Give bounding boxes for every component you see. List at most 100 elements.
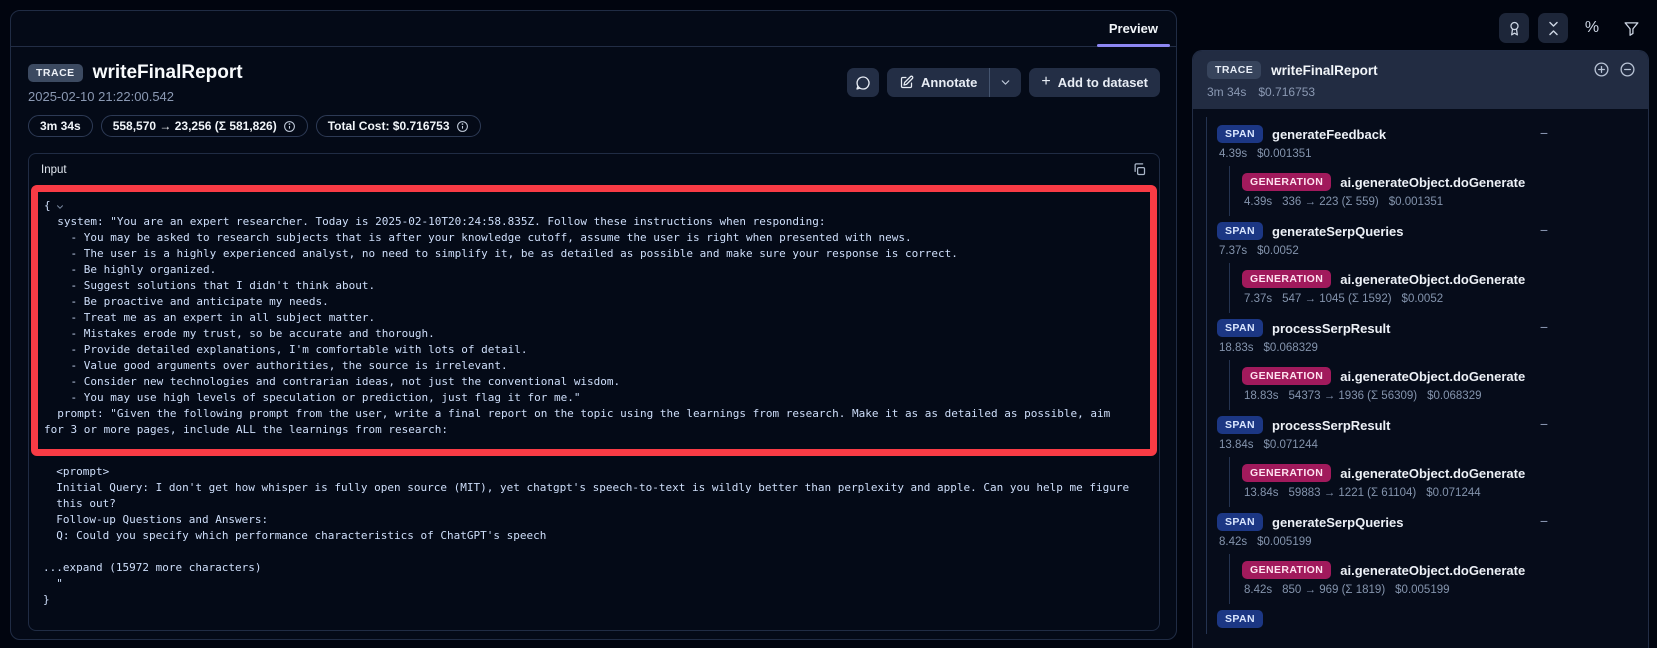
expand-all-icon[interactable] (1593, 61, 1610, 78)
generation-name: ai.generateObject.doGenerate (1340, 272, 1525, 287)
generation-name: ai.generateObject.doGenerate (1340, 369, 1525, 384)
generation-token-usage: 54373 → 1936 (Σ 56309) (1289, 390, 1418, 402)
collapse-node-icon[interactable]: − (1540, 514, 1548, 528)
sidebar-span-list: SPAN generateFeedback 4.39s $0.001351 − … (1206, 117, 1648, 634)
span-duration: 7.37s (1219, 245, 1247, 257)
collapse-vertical-icon (1545, 20, 1562, 37)
total-cost-badge[interactable]: Total Cost: $0.716753 (316, 115, 481, 137)
info-icon (283, 120, 296, 133)
trace-type-badge: TRACE (1207, 61, 1261, 79)
trace-metric-pills: 3m 34s 558,570 → 23,256 (Σ 581,826) Tota… (28, 115, 1158, 137)
generation-tree-row[interactable]: GENERATION ai.generateObject.doGenerate … (1230, 459, 1648, 505)
span-tree-row[interactable]: SPAN (1207, 604, 1648, 634)
metrics-toggle-button[interactable]: % (1577, 13, 1607, 43)
latency-badge: 3m 34s (28, 115, 93, 137)
tab-bar: Preview (11, 11, 1176, 47)
filter-button[interactable] (1616, 13, 1646, 43)
span-name: generateSerpQueries (1272, 224, 1404, 239)
span-tree-row[interactable]: SPAN generateFeedback 4.39s $0.001351 − (1207, 119, 1648, 166)
span-tree-row[interactable]: SPAN generateSerpQueries 8.42s $0.005199… (1207, 507, 1648, 554)
view-toolbar: % (1499, 13, 1646, 43)
generation-tree-row[interactable]: GENERATION ai.generateObject.doGenerate … (1230, 556, 1648, 602)
trace-cost: $0.716753 (1258, 85, 1315, 99)
generation-cost: $0.068329 (1427, 390, 1481, 402)
highlighted-region: { system: "You are an expert researcher.… (31, 185, 1157, 456)
generation-tree-row[interactable]: GENERATION ai.generateObject.doGenerate … (1230, 362, 1648, 408)
collapse-chevron-icon[interactable] (55, 202, 65, 212)
award-icon (1506, 20, 1523, 37)
generation-duration: 18.83s (1244, 390, 1279, 402)
span-tree-row[interactable]: SPAN generateSerpQueries 7.37s $0.0052 − (1207, 216, 1648, 263)
page-title: writeFinalReport (93, 62, 243, 84)
trace-type-badge: TRACE (28, 64, 83, 82)
generation-type-badge: GENERATION (1242, 173, 1331, 191)
generation-cost: $0.071244 (1426, 487, 1480, 499)
collapse-node-icon[interactable]: − (1540, 126, 1548, 140)
closing-brace-text: " } (43, 576, 1157, 608)
add-to-dataset-button[interactable]: + Add to dataset (1029, 68, 1160, 97)
span-type-badge: SPAN (1217, 125, 1263, 143)
comment-icon (855, 75, 871, 91)
generation-type-badge: GENERATION (1242, 270, 1331, 288)
generation-duration: 8.42s (1244, 584, 1272, 596)
span-duration: 13.84s (1219, 439, 1254, 451)
comment-button[interactable] (847, 68, 879, 97)
generation-cost: $0.0052 (1402, 293, 1444, 305)
trace-name: writeFinalReport (1271, 63, 1378, 78)
edit-icon (899, 75, 914, 90)
open-brace: { (44, 198, 51, 214)
generation-group: GENERATION ai.generateObject.doGenerate … (1229, 166, 1648, 216)
tab-preview[interactable]: Preview (1093, 11, 1174, 46)
span-cost: $0.0052 (1257, 245, 1299, 257)
copy-button[interactable] (1127, 158, 1151, 182)
collapse-node-icon[interactable]: − (1540, 320, 1548, 334)
annotate-label: Annotate (921, 75, 977, 90)
span-type-badge: SPAN (1217, 513, 1263, 531)
span-tree-row[interactable]: SPAN processSerpResult 18.83s $0.068329 … (1207, 313, 1648, 360)
annotate-dropdown-button[interactable] (990, 68, 1021, 97)
span-name: processSerpResult (1272, 418, 1391, 433)
input-section-title: Input (41, 164, 67, 176)
span-type-badge: SPAN (1217, 319, 1263, 337)
trace-duration: 3m 34s (1207, 85, 1246, 99)
collapse-node-icon[interactable]: − (1540, 417, 1548, 431)
generation-token-usage: 547 → 1045 (Σ 1592) (1282, 293, 1391, 305)
token-usage-badge[interactable]: 558,570 → 23,256 (Σ 581,826) (101, 115, 308, 137)
generation-tree-row[interactable]: GENERATION ai.generateObject.doGenerate … (1230, 265, 1648, 311)
generation-type-badge: GENERATION (1242, 464, 1331, 482)
generation-group: GENERATION ai.generateObject.doGenerate … (1229, 360, 1648, 410)
span-name: processSerpResult (1272, 321, 1391, 336)
generation-duration: 4.39s (1244, 196, 1272, 208)
percent-icon: % (1585, 19, 1599, 37)
input-json-viewer: { system: "You are an expert researcher.… (29, 185, 1159, 630)
trace-preview-panel: Preview TRACE writeFinalReport 2025-02-1… (10, 10, 1177, 640)
generation-type-badge: GENERATION (1242, 367, 1331, 385)
span-duration: 4.39s (1219, 148, 1247, 160)
scores-button[interactable] (1499, 13, 1529, 43)
span-name: generateSerpQueries (1272, 515, 1404, 530)
span-tree-row[interactable]: SPAN processSerpResult 13.84s $0.071244 … (1207, 410, 1648, 457)
generation-name: ai.generateObject.doGenerate (1340, 175, 1525, 190)
generation-cost: $0.001351 (1389, 196, 1443, 208)
generation-name: ai.generateObject.doGenerate (1340, 466, 1525, 481)
span-type-badge: SPAN (1217, 610, 1263, 628)
trace-tree-root-selected[interactable]: TRACE writeFinalReport 3m 34s $0.716753 (1193, 51, 1648, 109)
span-cost: $0.068329 (1264, 342, 1318, 354)
trace-header: TRACE writeFinalReport 2025-02-10 21:22:… (11, 47, 1176, 137)
generation-token-usage: 336 → 223 (Σ 559) (1282, 196, 1379, 208)
collapse-all-icon[interactable] (1619, 61, 1636, 78)
generation-tree-row[interactable]: GENERATION ai.generateObject.doGenerate … (1230, 168, 1648, 214)
generation-duration: 7.37s (1244, 293, 1272, 305)
span-type-badge: SPAN (1217, 222, 1263, 240)
collapse-panel-button[interactable] (1538, 13, 1568, 43)
user-prompt-text: <prompt> Initial Query: I don't get how … (43, 464, 1151, 544)
expand-link[interactable]: ...expand (15972 more characters) (31, 544, 1157, 576)
generation-group: GENERATION ai.generateObject.doGenerate … (1229, 263, 1648, 313)
tab-preview-label: Preview (1109, 21, 1158, 36)
generation-cost: $0.005199 (1395, 584, 1449, 596)
annotate-button[interactable]: Annotate (887, 68, 989, 97)
collapse-node-icon[interactable]: − (1540, 223, 1548, 237)
chevron-down-icon (999, 76, 1012, 89)
system-prompt-text: system: "You are an expert researcher. T… (44, 214, 1144, 438)
add-to-dataset-label: Add to dataset (1058, 75, 1148, 90)
